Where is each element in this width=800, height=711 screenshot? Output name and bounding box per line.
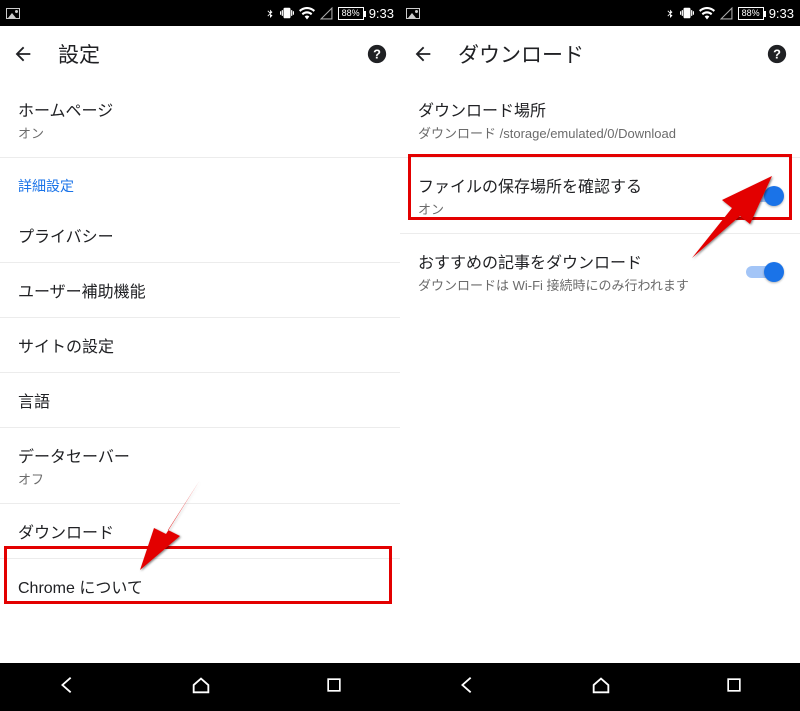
page-title: 設定 [58, 39, 100, 69]
row-accessibility[interactable]: ユーザー補助機能 [0, 263, 400, 318]
back-icon[interactable] [12, 43, 34, 65]
bluetooth-icon [665, 6, 675, 20]
wifi-icon [699, 7, 715, 20]
sub-confirm-location: オン [418, 199, 736, 218]
row-site-settings[interactable]: サイトの設定 [0, 318, 400, 373]
vibrate-icon [280, 6, 294, 20]
row-download[interactable]: ダウンロード [0, 504, 400, 559]
back-icon[interactable] [412, 43, 434, 65]
sub-data-saver: オフ [18, 469, 382, 488]
nav-back-icon[interactable] [56, 674, 78, 701]
toggle-confirm-location[interactable] [746, 186, 782, 206]
app-bar: ダウンロード ? [400, 26, 800, 82]
help-icon[interactable]: ? [366, 43, 388, 65]
row-suggested-articles[interactable]: おすすめの記事をダウンロード ダウンロードは Wi-Fi 接続時にのみ行われます [400, 234, 800, 309]
sub-download-location: ダウンロード /storage/emulated/0/Download [418, 123, 782, 142]
label-data-saver: データセーバー [18, 443, 382, 467]
label-languages: 言語 [18, 388, 382, 412]
toggle-suggested-articles[interactable] [746, 262, 782, 282]
nav-recent-icon[interactable] [324, 675, 344, 700]
sub-homepage: オン [18, 123, 382, 142]
label-homepage: ホームページ [18, 97, 382, 121]
android-nav-bar [0, 663, 400, 711]
app-bar: 設定 ? [0, 26, 400, 82]
sub-suggested-articles: ダウンロードは Wi-Fi 接続時にのみ行われます [418, 275, 736, 294]
section-advanced: 詳細設定 [0, 158, 400, 208]
nav-back-icon[interactable] [456, 674, 478, 701]
label-download: ダウンロード [18, 519, 382, 543]
signal-icon [720, 7, 733, 20]
label-confirm-location: ファイルの保存場所を確認する [418, 173, 736, 197]
row-about-chrome[interactable]: Chrome について [0, 559, 400, 613]
svg-text:?: ? [373, 47, 381, 62]
phone-right-download: 88% 9:33 ダウンロード ? ダウンロード場所 ダウンロード /stora… [400, 0, 800, 711]
help-icon[interactable]: ? [766, 43, 788, 65]
nav-home-icon[interactable] [590, 674, 612, 701]
row-download-location[interactable]: ダウンロード場所 ダウンロード /storage/emulated/0/Down… [400, 82, 800, 158]
clock: 9:33 [369, 6, 394, 21]
photo-icon [6, 8, 20, 19]
status-bar: 88% 9:33 [0, 0, 400, 26]
battery-icon: 88% [738, 7, 764, 20]
row-privacy[interactable]: プライバシー [0, 208, 400, 263]
signal-icon [320, 7, 333, 20]
label-advanced: 詳細設定 [18, 176, 382, 196]
battery-percent: 88% [342, 8, 360, 18]
nav-recent-icon[interactable] [724, 675, 744, 700]
svg-text:?: ? [773, 47, 781, 62]
label-about-chrome: Chrome について [18, 574, 382, 598]
nav-home-icon[interactable] [190, 674, 212, 701]
row-confirm-location[interactable]: ファイルの保存場所を確認する オン [400, 158, 800, 234]
vibrate-icon [680, 6, 694, 20]
battery-icon: 88% [338, 7, 364, 20]
page-title: ダウンロード [458, 39, 584, 69]
photo-icon [406, 8, 420, 19]
wifi-icon [299, 7, 315, 20]
label-privacy: プライバシー [18, 223, 382, 247]
label-site-settings: サイトの設定 [18, 333, 382, 357]
bluetooth-icon [265, 6, 275, 20]
row-homepage[interactable]: ホームページ オン [0, 82, 400, 158]
row-languages[interactable]: 言語 [0, 373, 400, 428]
android-nav-bar [400, 663, 800, 711]
clock: 9:33 [769, 6, 794, 21]
label-download-location: ダウンロード場所 [418, 97, 782, 121]
battery-percent: 88% [742, 8, 760, 18]
label-suggested-articles: おすすめの記事をダウンロード [418, 249, 736, 273]
settings-list: ホームページ オン 詳細設定 プライバシー ユーザー補助機能 サイトの設定 言語… [0, 82, 400, 663]
download-settings-list: ダウンロード場所 ダウンロード /storage/emulated/0/Down… [400, 82, 800, 663]
row-data-saver[interactable]: データセーバー オフ [0, 428, 400, 504]
phone-left-settings: 88% 9:33 設定 ? ホームページ オン 詳細設定 プライバシー [0, 0, 400, 711]
label-accessibility: ユーザー補助機能 [18, 278, 382, 302]
status-bar: 88% 9:33 [400, 0, 800, 26]
